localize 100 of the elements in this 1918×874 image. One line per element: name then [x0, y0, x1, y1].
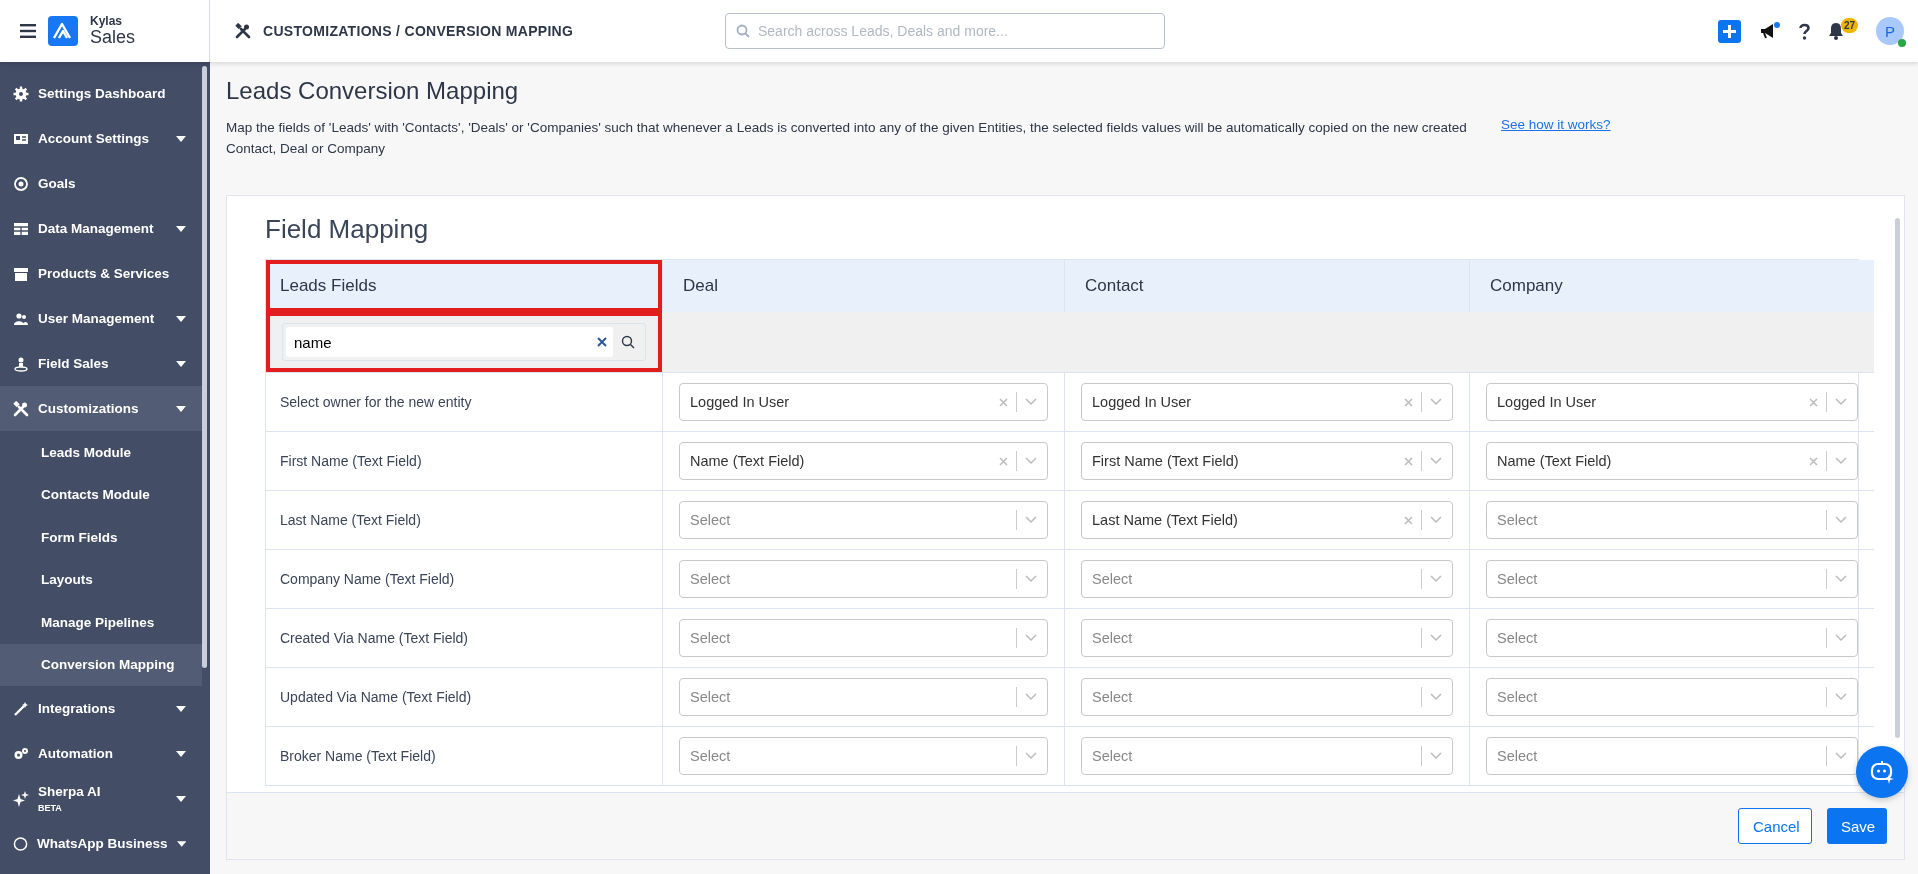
help-link[interactable]: See how it works? — [1501, 117, 1611, 132]
chevron-down-icon[interactable] — [1835, 457, 1847, 465]
chevron-down-icon[interactable] — [1430, 398, 1442, 406]
field-search-field[interactable]: name — [286, 327, 613, 357]
chevron-down-icon[interactable] — [1430, 457, 1442, 465]
mapping-select[interactable]: Select — [679, 560, 1048, 598]
chevron-down-icon[interactable] — [1835, 752, 1847, 760]
column-header: Leads Fields — [266, 260, 662, 312]
chevron-down-icon[interactable] — [1025, 693, 1037, 701]
sidebar-item[interactable]: User Management — [0, 296, 202, 341]
mapping-select[interactable]: Select — [1081, 619, 1453, 657]
chevron-down-icon[interactable] — [1025, 575, 1037, 583]
mapping-select[interactable]: Select — [1486, 501, 1858, 539]
users-icon — [13, 310, 29, 327]
sidebar-item[interactable]: Data Management — [0, 206, 202, 251]
mapping-select[interactable]: Name (Text Field) — [1486, 442, 1858, 480]
sidebar-subitem[interactable]: Leads Module — [0, 431, 202, 474]
chevron-down-icon[interactable] — [1025, 457, 1037, 465]
save-button[interactable]: Save — [1827, 808, 1887, 844]
mapping-select[interactable]: Select — [1081, 678, 1453, 716]
gear-icon — [13, 85, 29, 102]
megaphone-icon[interactable] — [1758, 21, 1781, 41]
sidebar-item-label: Settings Dashboard — [38, 86, 167, 101]
chevron-down-icon[interactable] — [1835, 398, 1847, 406]
add-button-icon[interactable] — [1717, 19, 1741, 43]
global-search-field[interactable]: Search across Leads, Deals and more... — [725, 13, 1165, 49]
chatbot-icon — [1869, 759, 1895, 785]
sidebar-item-label: Integrations — [38, 701, 117, 716]
table-scrollbar[interactable] — [1895, 218, 1900, 738]
sidebar-item-label: User Management — [38, 311, 156, 326]
sidebar-item[interactable]: Account Settings — [0, 116, 202, 161]
sidebar-subitem[interactable]: Manage Pipelines — [0, 601, 202, 644]
search-icon[interactable] — [621, 335, 635, 349]
chevron-down-icon[interactable] — [1430, 752, 1442, 760]
sidebar-item-label: Data Management — [38, 221, 155, 236]
breadcrumb: CUSTOMIZATIONS / CONVERSION MAPPING — [263, 23, 574, 39]
leads-field-label: Broker Name (Text Field) — [266, 726, 662, 785]
sidebar-item[interactable]: Field Sales — [0, 341, 202, 386]
chevron-down-icon[interactable] — [1025, 634, 1037, 642]
chevron-down-icon[interactable] — [1430, 634, 1442, 642]
clear-icon[interactable] — [597, 337, 607, 347]
column-header: Deal — [662, 260, 1064, 312]
notification-count: 27 — [1840, 18, 1858, 33]
mapping-select[interactable]: Select — [679, 619, 1048, 657]
mapping-select[interactable]: Logged In User — [1486, 383, 1858, 421]
sidebar-item[interactable]: Automation — [0, 731, 202, 776]
chevron-down-icon[interactable] — [1025, 752, 1037, 760]
chevron-down-icon[interactable] — [1430, 516, 1442, 524]
chevron-down-icon[interactable] — [1835, 575, 1847, 583]
mapping-select[interactable]: Select — [679, 737, 1048, 775]
product-name: Sales — [90, 27, 136, 48]
mapping-select[interactable]: Logged In User — [679, 383, 1048, 421]
column-header: Company — [1469, 260, 1874, 312]
mapping-select[interactable]: First Name (Text Field) — [1081, 442, 1453, 480]
beta-label: BETA — [38, 803, 63, 813]
sidebar-item[interactable]: Sherpa AI BETA — [0, 776, 202, 821]
sidebar-item[interactable]: WhatsApp Business — [0, 821, 202, 866]
sidebar-item[interactable]: Goals — [0, 161, 202, 206]
chevron-down-icon[interactable] — [1025, 398, 1037, 406]
sidebar-item-label: Goals — [38, 176, 77, 191]
brand-name: Kylas — [90, 14, 124, 28]
page-description: Map the fields of 'Leads' with 'Contacts', 'Deals' or 'Companies' such that whenever a Leads is converted into any of the given Entities, the selected fields values will be automatically copied on the new created Contact, Deal or Company — [226, 119, 1468, 158]
bell-icon[interactable] — [1827, 22, 1844, 40]
mapping-select[interactable]: Last Name (Text Field) — [1081, 501, 1453, 539]
mapping-select[interactable]: Select — [1081, 560, 1453, 598]
chevron-down-icon[interactable] — [1430, 693, 1442, 701]
sidebar-item[interactable]: Settings Dashboard — [0, 71, 202, 116]
tools-icon — [13, 400, 29, 417]
cancel-button[interactable]: Cancel — [1738, 808, 1812, 844]
mapping-select[interactable]: Select — [679, 678, 1048, 716]
sidebar-item[interactable]: Products & Services — [0, 251, 202, 296]
leads-field-label: Created Via Name (Text Field) — [266, 608, 662, 667]
search-icon — [736, 24, 750, 38]
tools-icon — [235, 23, 251, 39]
sidebar-subitem[interactable]: Conversion Mapping — [0, 643, 202, 686]
mapping-select[interactable]: Select — [1486, 560, 1858, 598]
chevron-down-icon[interactable] — [1025, 516, 1037, 524]
sidebar-item-label: Customizations — [38, 401, 140, 416]
target-icon — [13, 175, 29, 192]
chevron-down-icon[interactable] — [1835, 516, 1847, 524]
sidebar-item[interactable]: Customizations — [0, 386, 202, 431]
menu-icon[interactable] — [20, 24, 36, 38]
mapping-select[interactable]: Select — [1081, 737, 1453, 775]
sidebar-subitem[interactable]: Layouts — [0, 558, 202, 601]
mapping-select[interactable]: Select — [1486, 678, 1858, 716]
sidebar-item-label: Account Settings — [38, 131, 150, 146]
sidebar-scrollbar[interactable] — [202, 66, 207, 668]
chevron-down-icon[interactable] — [1835, 634, 1847, 642]
mapping-select[interactable]: Logged In User — [1081, 383, 1453, 421]
sidebar-subitem[interactable]: Contacts Module — [0, 473, 202, 516]
chevron-down-icon[interactable] — [1430, 575, 1442, 583]
chevron-down-icon[interactable] — [1835, 693, 1847, 701]
leads-field-label: Company Name (Text Field) — [266, 549, 662, 608]
mapping-select[interactable]: Name (Text Field) — [679, 442, 1048, 480]
mapping-select[interactable]: Select — [1486, 737, 1858, 775]
sidebar-subitem[interactable]: Form Fields — [0, 516, 202, 559]
help-icon[interactable] — [1798, 22, 1810, 40]
mapping-select[interactable]: Select — [1486, 619, 1858, 657]
mapping-select[interactable]: Select — [679, 501, 1048, 539]
sidebar-item[interactable]: Integrations — [0, 686, 202, 731]
